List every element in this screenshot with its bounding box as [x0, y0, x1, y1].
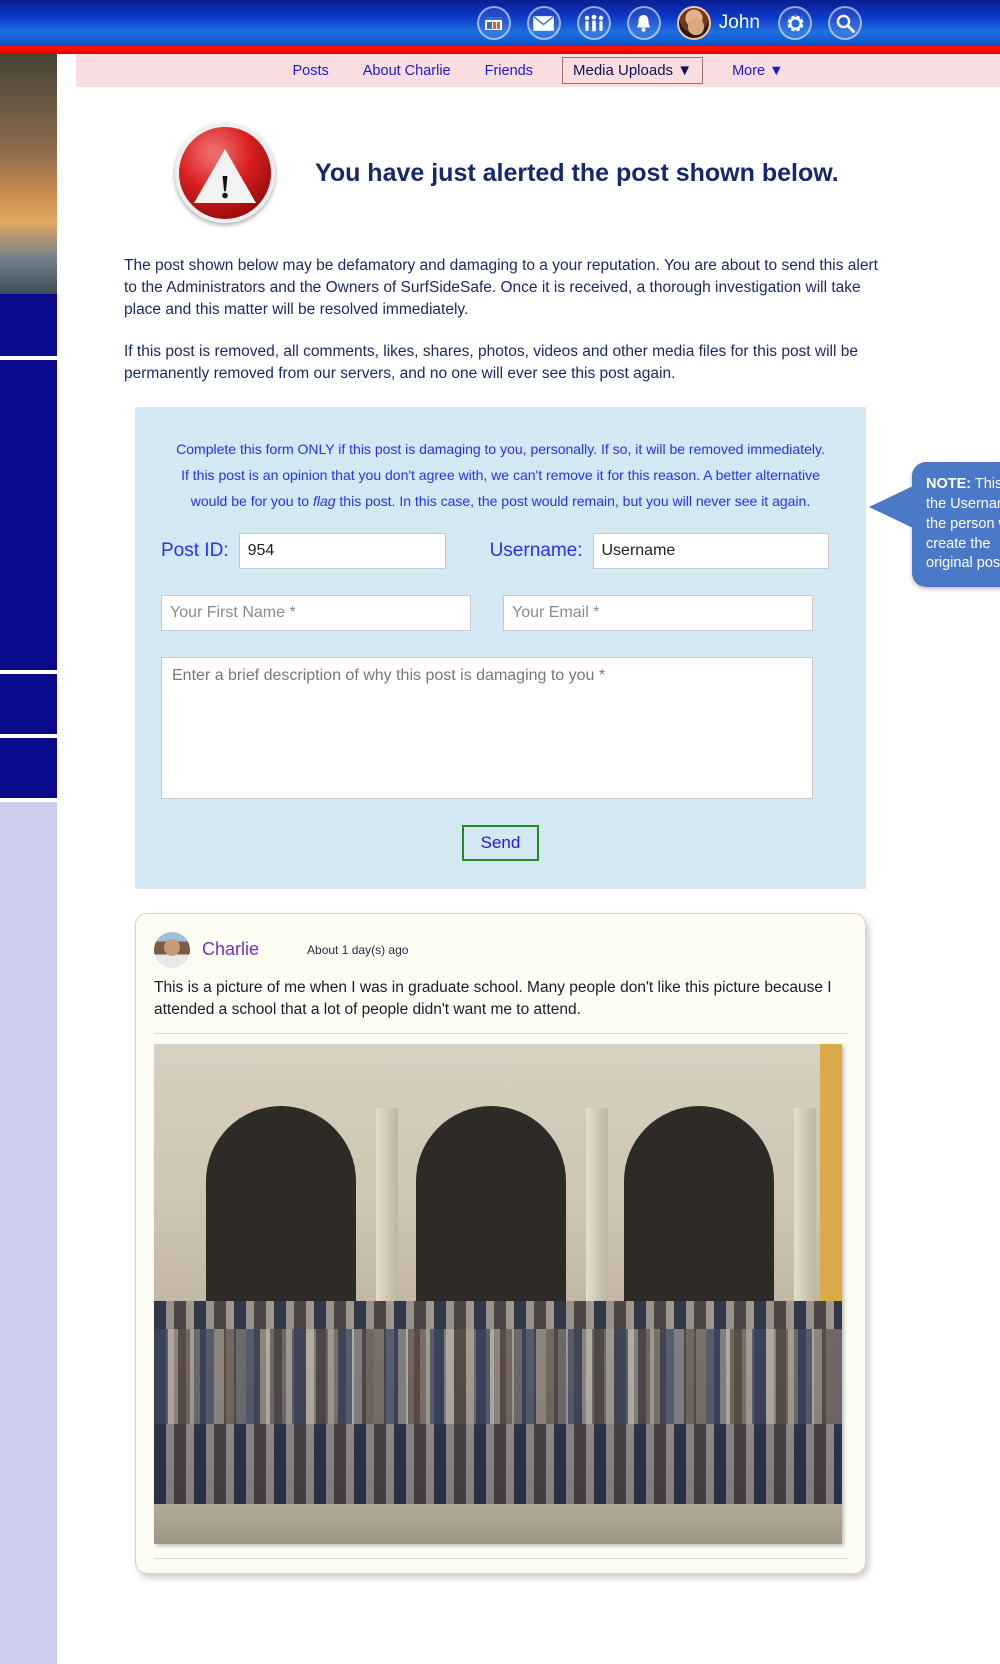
form-row-identifiers: Post ID: Username: — [161, 532, 840, 569]
form-instructions-part2: this post. In this case, the post would … — [335, 492, 811, 509]
photo-column — [586, 1107, 608, 1323]
post-header: Charlie About 1 day(s) ago — [154, 931, 847, 968]
sidebar-lower-panel — [0, 802, 57, 1664]
calendar-icon[interactable] — [476, 6, 511, 40]
photo-arch — [206, 1105, 356, 1321]
photo-ground — [154, 1503, 842, 1544]
post-body-text: This is a picture of me when I was in gr… — [154, 978, 832, 1018]
photo-column — [376, 1107, 398, 1323]
alert-form-panel: Complete this form ONLY if this post is … — [135, 407, 1000, 889]
post-card: Charlie About 1 day(s) ago This is a pic… — [135, 912, 866, 1574]
mail-glyph — [533, 15, 555, 31]
photo-building — [154, 1043, 820, 1344]
exclamation-glyph: ! — [219, 169, 231, 206]
avatar[interactable] — [676, 6, 711, 40]
username-label: Username: — [489, 539, 583, 561]
alert-paragraph-1: The post shown below may be defamatory a… — [124, 257, 878, 318]
bell-icon[interactable] — [626, 6, 661, 40]
post-id-label: Post ID: — [161, 539, 229, 561]
alert-header: ! You have just alerted the post shown b… — [57, 87, 1000, 223]
nav-item-more[interactable]: More ▼ — [732, 63, 783, 79]
people-icon[interactable] — [576, 6, 611, 40]
mail-icon[interactable] — [526, 6, 561, 40]
sidebar-band — [0, 360, 57, 670]
photo-edge-band — [820, 1043, 842, 1324]
username-input[interactable] — [592, 532, 829, 569]
media-uploads-dropdown[interactable]: Media Uploads ▼ — [561, 57, 704, 84]
profile-nav-bar: Posts About Charlie Friends Media Upload… — [76, 54, 1000, 87]
photo-arch — [416, 1105, 566, 1321]
nav-item-posts[interactable]: Posts — [293, 63, 329, 79]
search-glyph — [836, 14, 855, 33]
username-note-callout: NOTE: This is the Username of the person… — [869, 462, 1000, 588]
send-button-wrapper: Send — [161, 824, 840, 861]
post-divider — [154, 1032, 847, 1034]
form-instructions: Complete this form ONLY if this post is … — [173, 437, 828, 515]
description-textarea[interactable] — [161, 656, 813, 799]
form-row-contact — [161, 594, 840, 631]
post-timestamp: About 1 day(s) ago — [307, 942, 409, 957]
gear-icon[interactable] — [778, 6, 812, 40]
alert-paragraph-2: If this post is removed, all comments, l… — [124, 343, 858, 382]
sidebar-band — [0, 294, 57, 356]
post-id-input[interactable] — [238, 532, 446, 569]
photo-group-crowd-back — [154, 1328, 842, 1424]
sidebar-photo-thumb — [0, 54, 57, 294]
warning-icon: ! — [175, 123, 275, 223]
page-title: You have just alerted the post shown bel… — [315, 158, 839, 187]
sidebar-band — [0, 738, 57, 798]
red-divider — [0, 46, 1000, 54]
search-icon[interactable] — [828, 6, 862, 40]
nav-item-about-charlie[interactable]: About Charlie — [363, 63, 451, 79]
gear-glyph — [784, 12, 806, 34]
post-author-avatar[interactable] — [154, 931, 190, 968]
bell-glyph — [637, 14, 651, 32]
callout-bold-label: NOTE: — [926, 476, 972, 492]
photo-column — [794, 1107, 816, 1323]
post-photo[interactable] — [154, 1043, 842, 1544]
post-author-name[interactable]: Charlie — [202, 939, 259, 960]
calendar-glyph — [485, 16, 503, 30]
left-sidebar-strip — [0, 54, 57, 1664]
flag-emphasis: flag — [312, 492, 336, 509]
send-button[interactable]: Send — [461, 824, 540, 861]
email-input[interactable] — [503, 594, 813, 631]
main-content: ! You have just alerted the post shown b… — [57, 87, 1000, 1574]
top-navigation-bar: John — [0, 0, 1000, 46]
sidebar-band — [0, 674, 57, 734]
photo-arch — [624, 1105, 774, 1321]
first-name-input[interactable] — [161, 594, 471, 631]
people-glyph — [584, 14, 603, 32]
user-name-label: John — [718, 12, 760, 33]
post-footer-divider — [154, 1557, 847, 1559]
nav-item-friends[interactable]: Friends — [485, 63, 533, 79]
